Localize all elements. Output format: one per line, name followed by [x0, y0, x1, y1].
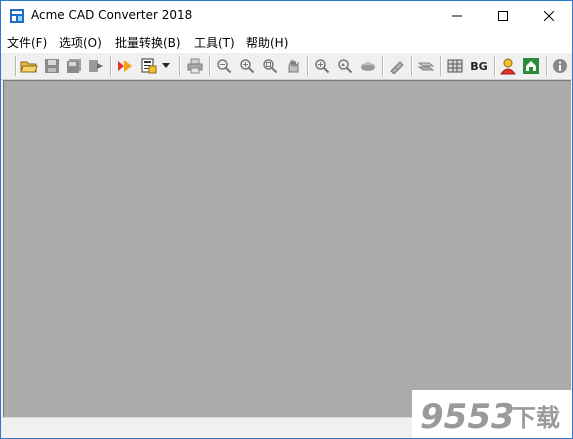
zoom-out-button[interactable]: [214, 56, 234, 76]
app-icon: [10, 9, 24, 23]
zoom-extents-button[interactable]: [312, 56, 332, 76]
layers-icon: [361, 62, 375, 71]
toolbar-separator: [411, 56, 413, 76]
watermark-number: 9553: [420, 397, 515, 437]
zoom-realtime-button[interactable]: [335, 56, 355, 76]
toolbar-separator: [494, 56, 496, 76]
watermark-logo: 9553 下载: [420, 397, 560, 437]
title-bar[interactable]: Acme CAD Converter 2018: [1, 1, 572, 31]
toolbar-separator: [15, 56, 17, 76]
home-button[interactable]: [521, 56, 541, 76]
pan-button[interactable]: [283, 56, 303, 76]
app-window: Acme CAD Converter 2018 文件(F) 选项(O) 批量转换…: [0, 0, 573, 439]
maximize-icon: [498, 11, 508, 21]
convert-icon: [118, 60, 132, 72]
export-button[interactable]: [86, 56, 106, 76]
grid-button[interactable]: [445, 56, 465, 76]
batch-dropdown-button[interactable]: [160, 56, 172, 76]
toolbar-separator: [382, 56, 384, 76]
save-all-icon: [67, 59, 81, 73]
watermark-area: 9553 下载: [412, 390, 572, 438]
background-icon: BG: [470, 59, 488, 73]
zoom-window-icon: [263, 59, 278, 74]
background-button[interactable]: BG: [467, 56, 491, 76]
menu-bar: 文件(F) 选项(O) 批量转换(B) 工具(T) 帮助(H): [1, 31, 572, 53]
toolbar-separator: [440, 56, 442, 76]
text-icon: [417, 62, 435, 71]
batch-convert-button[interactable]: [139, 56, 159, 76]
batch-convert-icon: [141, 58, 157, 74]
menu-batch-convert[interactable]: 批量转换(B): [115, 34, 181, 51]
export-icon: [89, 60, 103, 72]
user-button[interactable]: [498, 56, 518, 76]
print-icon: [187, 58, 203, 74]
minimize-button[interactable]: [434, 1, 480, 31]
close-icon: [544, 11, 554, 21]
measure-icon: [390, 61, 404, 74]
save-button[interactable]: [42, 56, 62, 76]
menu-help[interactable]: 帮助(H): [246, 34, 288, 51]
toolbar: BG: [1, 53, 572, 80]
toolbar-separator: [209, 56, 211, 76]
zoom-extents-icon: [315, 59, 330, 74]
toolbar-separator: [110, 56, 112, 76]
zoom-realtime-icon: [338, 59, 353, 74]
menu-options[interactable]: 选项(O): [59, 34, 102, 51]
toolbar-separator: [546, 56, 548, 76]
close-button[interactable]: [526, 1, 572, 31]
text-button[interactable]: [416, 56, 436, 76]
toolbar-separator: [179, 56, 181, 76]
pan-icon: [288, 59, 299, 73]
zoom-out-icon: [217, 59, 232, 74]
minimize-icon: [452, 15, 462, 17]
maximize-button[interactable]: [480, 1, 526, 31]
menu-tools[interactable]: 工具(T): [194, 34, 235, 51]
menu-file[interactable]: 文件(F): [7, 34, 47, 51]
open-button[interactable]: [19, 56, 39, 76]
info-button[interactable]: [550, 56, 570, 76]
measure-button[interactable]: [387, 56, 407, 76]
user-icon: [500, 58, 516, 75]
layers-button[interactable]: [358, 56, 378, 76]
save-all-button[interactable]: [64, 56, 84, 76]
window-title: Acme CAD Converter 2018: [31, 8, 193, 22]
drawing-workspace[interactable]: [3, 80, 571, 417]
dropdown-arrow-icon: [162, 63, 170, 68]
open-folder-icon: [20, 61, 38, 73]
grid-icon: [447, 59, 463, 73]
zoom-in-button[interactable]: [237, 56, 257, 76]
toolbar-separator: [307, 56, 309, 76]
watermark-suffix: 下载: [512, 404, 560, 432]
save-icon: [45, 59, 59, 73]
home-icon: [523, 58, 539, 74]
info-icon: [553, 59, 567, 73]
convert-button[interactable]: [115, 56, 135, 76]
print-button[interactable]: [185, 56, 205, 76]
zoom-in-icon: [240, 59, 255, 74]
zoom-window-button[interactable]: [260, 56, 280, 76]
